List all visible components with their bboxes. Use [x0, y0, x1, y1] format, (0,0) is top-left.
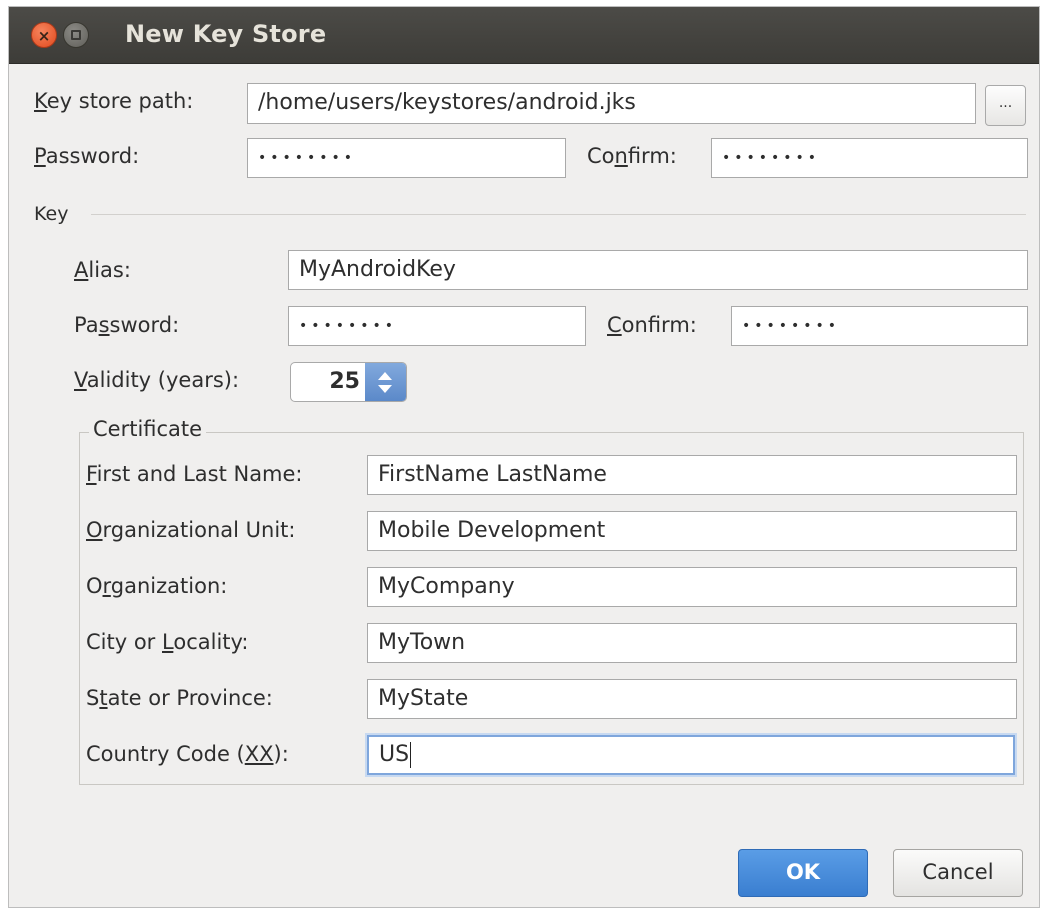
label-text: O — [86, 574, 103, 598]
city-input[interactable]: MyTown — [367, 623, 1017, 663]
label-text: rganizational Unit: — [102, 518, 296, 542]
organizational-unit-input[interactable]: Mobile Development — [367, 511, 1017, 551]
organization-value: MyCompany — [378, 574, 515, 599]
label-text: ): — [273, 742, 289, 766]
arrow-up-icon[interactable] — [378, 372, 392, 380]
organization-label: Organization: — [86, 574, 227, 598]
keystore-password-label: Password: — [34, 144, 139, 168]
organizational-unit-value: Mobile Development — [378, 518, 606, 543]
label-text: S — [86, 686, 100, 710]
label-text: assword: — [45, 144, 140, 168]
validity-spinner[interactable]: 25 — [290, 362, 407, 402]
label-text: lias: — [88, 258, 131, 282]
mnemonic-letter: V — [74, 368, 87, 392]
key-section-label: Key — [34, 203, 69, 225]
ellipsis-icon: ... — [998, 95, 1013, 111]
key-section-divider — [91, 214, 1026, 215]
key-confirm-mask: •••••••• — [742, 318, 841, 334]
validity-value: 25 — [329, 369, 360, 394]
alias-input[interactable]: MyAndroidKey — [288, 250, 1028, 290]
country-code-value: US — [379, 742, 410, 767]
organizational-unit-label: Organizational Unit: — [86, 518, 295, 542]
label-text: onfirm: — [621, 313, 697, 337]
label-text: ocality: — [173, 630, 249, 654]
alias-value: MyAndroidKey — [299, 257, 456, 282]
mnemonic-letter: n — [614, 144, 628, 168]
mnemonic-letter: t — [99, 686, 108, 710]
key-password-mask: •••••••• — [299, 318, 398, 334]
city-label: City or Locality: — [86, 630, 248, 654]
mnemonic-letter: F — [86, 462, 97, 486]
mnemonic-letter: r — [102, 574, 111, 598]
validity-label: Validity (years): — [74, 368, 239, 392]
cancel-button[interactable]: Cancel — [893, 849, 1023, 897]
keystore-confirm-field[interactable]: •••••••• — [711, 138, 1028, 178]
key-store-path-input[interactable]: /home/users/keystores/android.jks — [247, 83, 976, 124]
arrow-down-icon[interactable] — [378, 385, 392, 393]
state-label: State or Province: — [86, 686, 273, 710]
label-text: ey store path: — [46, 89, 194, 113]
minimize-glyph — [71, 30, 81, 40]
state-value: MyState — [378, 686, 469, 711]
country-code-input[interactable]: US — [367, 735, 1015, 775]
label-text: irst and Last Name: — [96, 462, 303, 486]
title-bar: × New Key Store — [9, 7, 1039, 64]
first-last-name-input[interactable]: FirstName LastName — [367, 455, 1017, 495]
label-text: Country Code ( — [86, 742, 245, 766]
label-text: sword: — [109, 313, 180, 337]
minimize-icon[interactable] — [63, 22, 89, 48]
key-password-field[interactable]: •••••••• — [288, 306, 586, 346]
spinner-arrows[interactable] — [365, 363, 406, 401]
mnemonic-letter: XX — [244, 742, 274, 766]
text-caret — [410, 742, 412, 768]
country-code-label: Country Code (XX): — [86, 742, 289, 766]
new-key-store-dialog: × New Key Store Key store path: /home/us… — [8, 6, 1040, 908]
keystore-confirm-mask: •••••••• — [722, 150, 821, 166]
mnemonic-letter: L — [162, 630, 174, 654]
key-confirm-label: Confirm: — [607, 313, 697, 337]
key-store-path-label: Key store path: — [34, 89, 193, 113]
label-text: City or — [86, 630, 162, 654]
mnemonic-letter: A — [74, 258, 89, 282]
keystore-confirm-label: Confirm: — [587, 144, 677, 168]
keystore-password-field[interactable]: •••••••• — [247, 138, 566, 178]
first-last-name-label: First and Last Name: — [86, 462, 303, 486]
organization-input[interactable]: MyCompany — [367, 567, 1017, 607]
mnemonic-letter: C — [607, 313, 622, 337]
label-text: Co — [587, 144, 615, 168]
key-password-label: Password: — [74, 313, 179, 337]
keystore-password-mask: •••••••• — [258, 150, 357, 166]
first-last-name-value: FirstName LastName — [378, 462, 607, 487]
mnemonic-letter: P — [34, 144, 46, 168]
mnemonic-letter: O — [86, 518, 103, 542]
label-text: ganization: — [110, 574, 228, 598]
label-text: Pa — [74, 313, 99, 337]
label-text: alidity (years): — [86, 368, 240, 392]
city-value: MyTown — [378, 630, 466, 655]
ok-button[interactable]: OK — [738, 849, 868, 897]
alias-label: Alias: — [74, 258, 131, 282]
state-input[interactable]: MyState — [367, 679, 1017, 719]
close-icon[interactable]: × — [31, 22, 57, 48]
label-text: ate or Province: — [107, 686, 273, 710]
label-text: firm: — [627, 144, 677, 168]
key-store-path-value: /home/users/keystores/android.jks — [258, 90, 636, 115]
certificate-legend: Certificate — [89, 417, 207, 441]
mnemonic-letter: s — [98, 313, 110, 337]
dialog-title: New Key Store — [125, 20, 327, 48]
browse-button[interactable]: ... — [985, 85, 1026, 126]
mnemonic-letter: K — [34, 89, 47, 113]
key-confirm-field[interactable]: •••••••• — [731, 306, 1028, 346]
